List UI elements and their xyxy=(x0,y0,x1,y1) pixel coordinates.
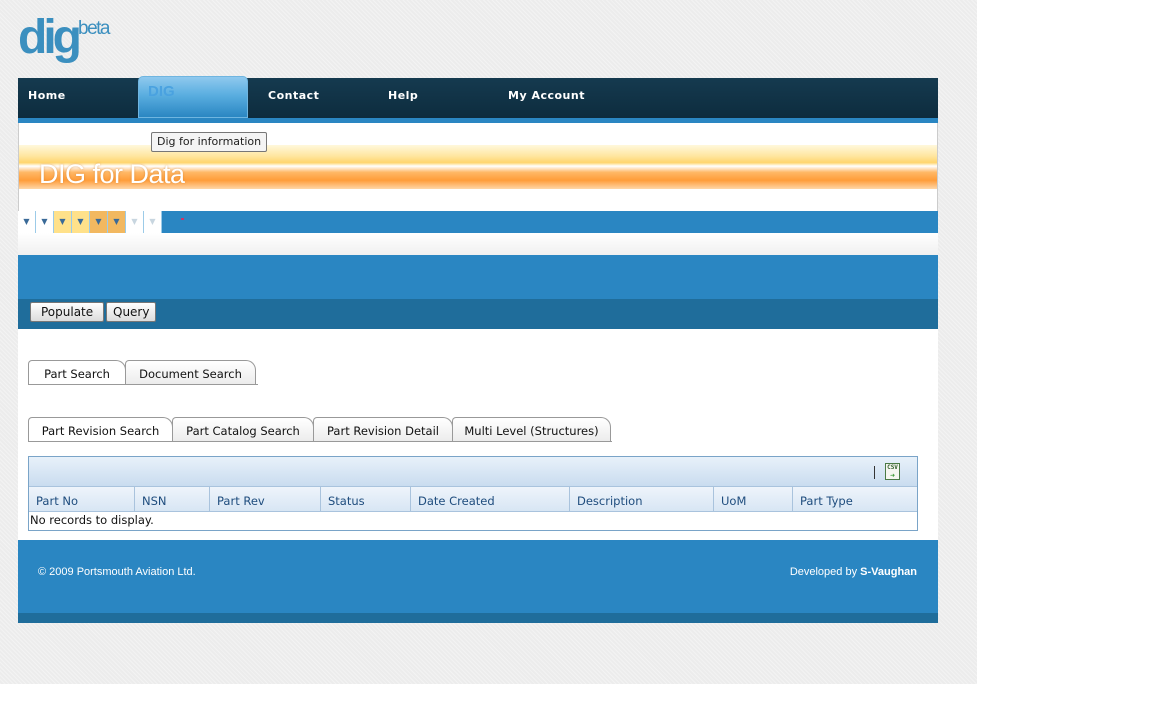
menu-dropdown-4[interactable]: ▼ xyxy=(72,211,90,233)
menu-dropdown-6[interactable]: ▼ xyxy=(108,211,126,233)
col-uom[interactable]: UoM xyxy=(714,487,793,512)
csv-label: CSV xyxy=(887,464,898,471)
action-toolbar: Populate Query xyxy=(18,299,938,329)
menu-dropdown-2[interactable]: ▼ xyxy=(36,211,54,233)
chevron-down-icon: ▼ xyxy=(77,217,84,226)
toolbar-separator xyxy=(874,466,875,479)
chevron-down-icon: ▼ xyxy=(131,217,138,226)
menu-dropdown-3[interactable]: ▼ xyxy=(54,211,72,233)
developed-prefix: Developed by xyxy=(789,566,858,578)
populate-button[interactable]: Populate xyxy=(30,302,105,322)
footer-developed-by: Developed by S-Vaughan xyxy=(790,566,917,578)
col-part-rev[interactable]: Part Rev xyxy=(210,487,321,512)
tab-part-search[interactable]: Part Search xyxy=(28,360,126,384)
col-nsn[interactable]: NSN xyxy=(135,487,210,512)
export-arrow-icon: ➜ xyxy=(890,471,895,480)
spacer-band xyxy=(18,233,938,255)
chevron-down-icon: ▼ xyxy=(95,217,102,226)
grid-empty-message: No records to display. xyxy=(30,513,154,527)
menu-dropdown-7[interactable]: ▼ xyxy=(126,211,144,233)
banner-title: DIG for Data xyxy=(39,159,185,189)
footer-copyright: © 2009 Portsmouth Aviation Ltd. xyxy=(38,566,196,578)
blue-band xyxy=(18,255,938,299)
results-grid: CSV ➜ Part No NSN Part Rev Status Date C… xyxy=(28,456,918,531)
logo-beta: beta xyxy=(78,18,110,39)
query-button[interactable]: Query xyxy=(106,302,157,322)
nav-dig-label: DIG xyxy=(148,83,175,100)
menu-dropdown-8[interactable]: ▼ xyxy=(144,211,162,233)
main-container: Home DIG Contact Help My Account Dig for… xyxy=(18,76,938,623)
nav-contact[interactable]: Contact xyxy=(268,78,319,118)
chevron-down-icon: ▼ xyxy=(23,217,30,226)
nav-dig[interactable]: DIG xyxy=(138,76,248,118)
col-description[interactable]: Description xyxy=(570,487,714,512)
developer-name[interactable]: S-Vaughan xyxy=(860,566,917,578)
search-content: Part Search Document Search Part Revisio… xyxy=(18,329,938,540)
nav-home[interactable]: Home xyxy=(28,78,66,118)
nav-tooltip: Dig for information xyxy=(151,132,268,152)
tab-multi-level-structures[interactable]: Multi Level (Structures) xyxy=(452,417,611,441)
footer-bottom-bar xyxy=(18,613,938,623)
nav-help[interactable]: Help xyxy=(388,78,418,118)
chevron-down-icon: ▼ xyxy=(149,217,156,226)
menu-dropdown-5[interactable]: ▼ xyxy=(90,211,108,233)
grid-toolbar: CSV ➜ xyxy=(29,457,917,487)
col-date-created[interactable]: Date Created xyxy=(411,487,570,512)
chevron-down-icon: ▼ xyxy=(113,217,120,226)
csv-export-icon[interactable]: CSV ➜ xyxy=(885,463,900,480)
chevron-down-icon: ▼ xyxy=(41,217,48,226)
dropdown-menubar: ▼ ▼ ▼ ▼ ▼ ▼ ▼ ▼ xyxy=(18,211,938,233)
col-part-type[interactable]: Part Type xyxy=(793,487,917,512)
tab-document-search[interactable]: Document Search xyxy=(125,360,256,384)
tab-part-revision-search[interactable]: Part Revision Search xyxy=(28,417,173,441)
chevron-down-icon: ▼ xyxy=(59,217,66,226)
menu-marker xyxy=(181,218,184,220)
nav-my-account[interactable]: My Account xyxy=(508,78,585,118)
tab-part-catalog-search[interactable]: Part Catalog Search xyxy=(172,417,314,441)
logo-text: dig xyxy=(18,11,82,64)
footer: © 2009 Portsmouth Aviation Ltd. Develope… xyxy=(18,540,938,613)
col-status[interactable]: Status xyxy=(321,487,411,512)
top-nav: Home DIG Contact Help My Account xyxy=(18,76,938,118)
grid-header: Part No NSN Part Rev Status Date Created… xyxy=(29,487,917,512)
menu-dropdown-1[interactable]: ▼ xyxy=(18,211,36,233)
tab-part-revision-detail[interactable]: Part Revision Detail xyxy=(313,417,453,441)
col-part-no[interactable]: Part No xyxy=(29,487,135,512)
